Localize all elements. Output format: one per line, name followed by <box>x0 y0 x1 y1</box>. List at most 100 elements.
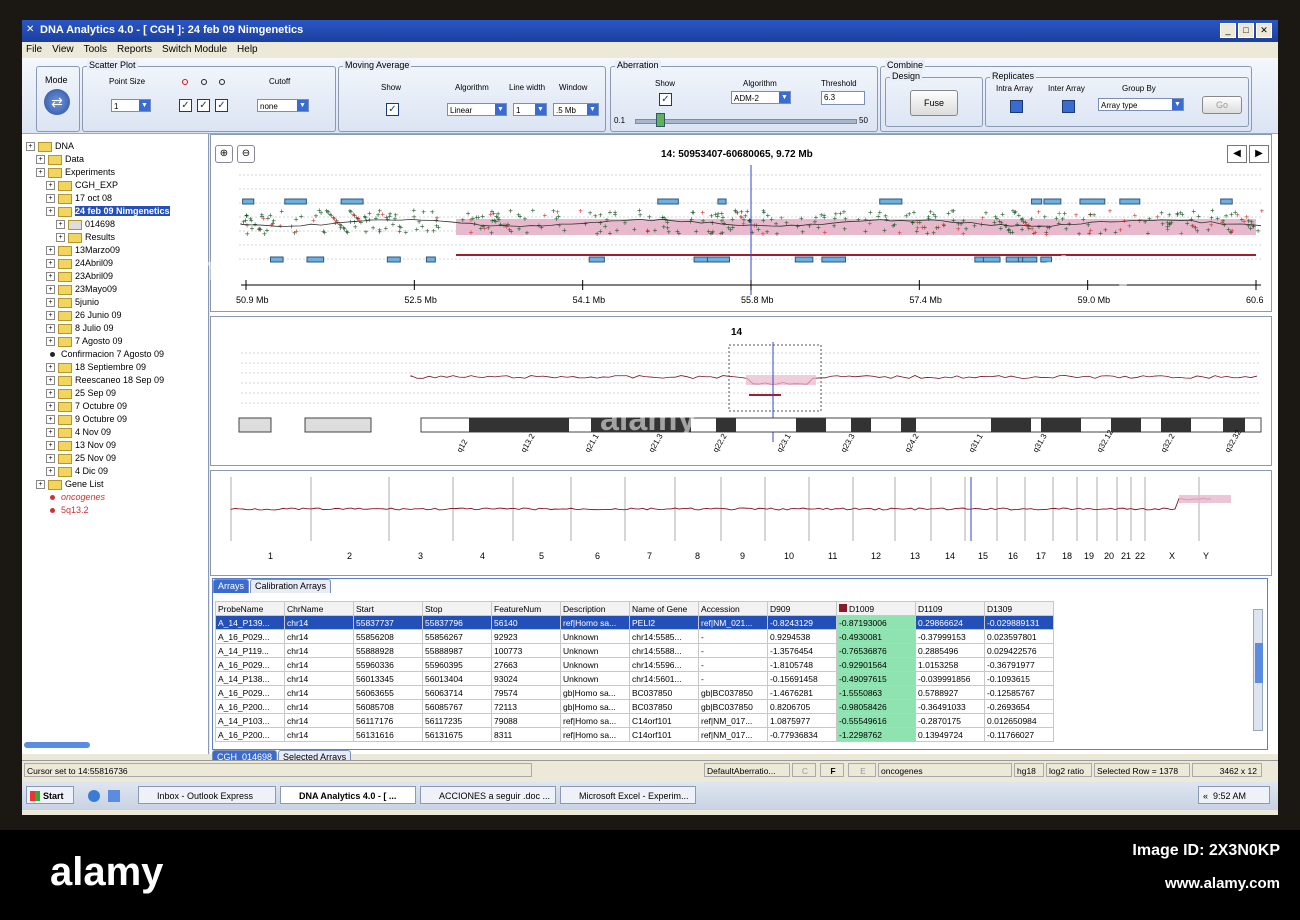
line-width-select[interactable]: 1 <box>513 103 547 116</box>
menu-tools[interactable]: Tools <box>84 42 107 57</box>
tree-item[interactable]: +23Mayo09 <box>46 283 117 295</box>
menu-file[interactable]: File <box>26 42 42 57</box>
cutoff-select[interactable]: none <box>257 99 309 112</box>
close-button[interactable]: ✕ <box>1256 23 1272 38</box>
tree-item[interactable]: +8 Julio 09 <box>46 322 114 334</box>
tree-item[interactable]: +24 feb 09 Nimgenetics <box>46 205 170 217</box>
genome-plot[interactable]: 1 2 3 4 5 6 7 8 9 10 11 12 13 14 15 16 17 18 19 20 21 22 X Y <box>211 471 1271 575</box>
expand-icon[interactable]: + <box>36 168 45 178</box>
expand-icon[interactable]: + <box>46 415 55 425</box>
scatter-red-checkbox[interactable]: ✓ <box>179 99 192 112</box>
tree-item[interactable]: + Experiments <box>36 166 115 178</box>
column-header[interactable]: Description <box>560 601 630 616</box>
expand-icon[interactable]: + <box>46 324 55 334</box>
column-header[interactable]: D1009 <box>836 601 916 616</box>
tree-item[interactable]: +13Marzo09 <box>46 244 120 256</box>
intra-array-checkbox[interactable] <box>1010 100 1023 113</box>
go-button[interactable]: Go <box>1202 96 1242 114</box>
ie-icon[interactable] <box>88 790 100 802</box>
expand-icon[interactable]: + <box>36 155 45 165</box>
expand-icon[interactable]: + <box>46 272 55 282</box>
column-header[interactable]: Start <box>353 601 423 616</box>
column-header[interactable]: Stop <box>422 601 492 616</box>
group-by-select[interactable]: Array type <box>1098 98 1184 111</box>
status-f[interactable]: F <box>820 763 844 777</box>
tree-item[interactable]: +014698 <box>56 218 115 230</box>
task-dna-analytics[interactable]: DNA Analytics 4.0 - [ ... <box>280 786 416 804</box>
tree-item[interactable]: +17 oct 08 <box>46 192 112 204</box>
fuse-button[interactable]: Fuse <box>910 90 958 116</box>
expand-icon[interactable]: + <box>46 467 55 477</box>
menu-reports[interactable]: Reports <box>117 42 152 57</box>
tree-item[interactable]: +7 Agosto 09 <box>46 335 123 347</box>
column-header[interactable]: ChrName <box>284 601 354 616</box>
table-row[interactable]: A_16_P200... chr14 56131616 56131675 8311 ref… <box>215 727 1054 742</box>
column-header[interactable]: FeatureNum <box>491 601 561 616</box>
expand-icon[interactable]: + <box>46 194 55 204</box>
task-outlook[interactable]: Inbox - Outlook Express <box>138 786 276 804</box>
expand-icon[interactable]: + <box>46 246 55 256</box>
expand-icon[interactable]: + <box>46 298 55 308</box>
ma-show-checkbox[interactable]: ✓ <box>386 103 399 116</box>
outlook-icon[interactable] <box>108 790 120 802</box>
menu-switch-module[interactable]: Switch Module <box>162 42 227 57</box>
expand-icon[interactable]: + <box>46 207 55 217</box>
status-e[interactable]: E <box>848 763 876 777</box>
expand-icon[interactable]: + <box>46 402 55 412</box>
status-c[interactable]: C <box>792 763 816 777</box>
expand-icon[interactable]: + <box>46 311 55 321</box>
column-header[interactable]: Name of Gene <box>629 601 699 616</box>
table-row[interactable]: A_14_P139... chr14 55837737 55837796 56140 re… <box>215 615 1054 630</box>
column-header[interactable]: ProbeName <box>215 601 285 616</box>
ab-show-checkbox[interactable]: ✓ <box>659 93 672 106</box>
expand-icon[interactable]: + <box>46 363 55 373</box>
expand-icon[interactable]: + <box>26 142 35 152</box>
table-row[interactable]: A_16_P029... chr14 55960336 55960395 27663 Un… <box>215 657 1054 672</box>
ma-algorithm-select[interactable]: Linear <box>447 103 507 116</box>
tree-item[interactable]: + DNA <box>26 140 74 152</box>
tab-arrays[interactable]: Arrays <box>213 579 250 593</box>
tree-item[interactable]: +4 Nov 09 <box>46 426 111 438</box>
tree-item[interactable]: +7 Octubre 09 <box>46 400 127 412</box>
mode-switch-icon[interactable]: ⇄ <box>44 89 70 115</box>
table-row[interactable]: A_14_P138... chr14 56013345 56013404 93024 Un… <box>215 671 1054 686</box>
expand-icon[interactable]: + <box>46 441 55 451</box>
tree-item[interactable]: +9 Octubre 09 <box>46 413 127 425</box>
tree-item[interactable]: + Data <box>36 153 84 165</box>
tree-item[interactable]: +18 Septiembre 09 <box>46 361 146 373</box>
tree-item[interactable]: + Gene List <box>36 478 104 490</box>
expand-icon[interactable]: + <box>56 220 65 230</box>
expand-icon[interactable]: + <box>46 376 55 386</box>
table-row[interactable]: A_16_P029... chr14 56063655 56063714 79574 gb… <box>215 685 1054 700</box>
column-header[interactable]: D909 <box>767 601 837 616</box>
tree-item[interactable]: + Results <box>56 231 115 243</box>
slider-thumb[interactable] <box>656 113 665 127</box>
tree-item[interactable]: + CGH_EXP <box>46 179 118 191</box>
point-size-select[interactable]: 1 <box>111 99 151 112</box>
table-row[interactable]: A_14_P119... chr14 55888928 55888987 100773 U… <box>215 643 1054 658</box>
tree-item[interactable]: + Reescaneo 18 Sep 09 <box>46 374 164 386</box>
tree-item[interactable]: +5junio <box>46 296 99 308</box>
expand-icon[interactable]: + <box>46 337 55 347</box>
threshold-slider[interactable] <box>635 119 857 124</box>
expand-icon[interactable]: + <box>46 389 55 399</box>
scatter-black2-checkbox[interactable]: ✓ <box>215 99 228 112</box>
table-row[interactable]: A_16_P029... chr14 55856208 55856267 92923 Un… <box>215 629 1054 644</box>
tree-item[interactable]: Confirmacion 7 Agosto 09 <box>46 348 164 360</box>
column-header[interactable]: Accession <box>698 601 768 616</box>
expand-icon[interactable]: + <box>56 233 65 243</box>
tree-item[interactable]: +26 Junio 09 <box>46 309 122 321</box>
threshold-input[interactable]: 6.3 <box>821 91 865 105</box>
menu-view[interactable]: View <box>52 42 74 57</box>
maximize-button[interactable]: □ <box>1238 23 1254 38</box>
expand-icon[interactable]: + <box>36 480 45 490</box>
column-header[interactable]: D1109 <box>915 601 985 616</box>
column-header[interactable]: D1309 <box>984 601 1054 616</box>
inter-array-checkbox[interactable] <box>1062 100 1075 113</box>
tree-item[interactable]: +25 Nov 09 <box>46 452 116 464</box>
chromosome-plot[interactable]: q12 q13.2 q21.1 q21.3 q22.2 q23.1 q23.3 q24.2 q3… <box>211 317 1271 465</box>
menu-help[interactable]: Help <box>237 42 258 57</box>
expand-icon[interactable]: + <box>46 259 55 269</box>
minimize-button[interactable]: _ <box>1220 23 1236 38</box>
window-select[interactable]: .5 Mb <box>553 103 599 116</box>
